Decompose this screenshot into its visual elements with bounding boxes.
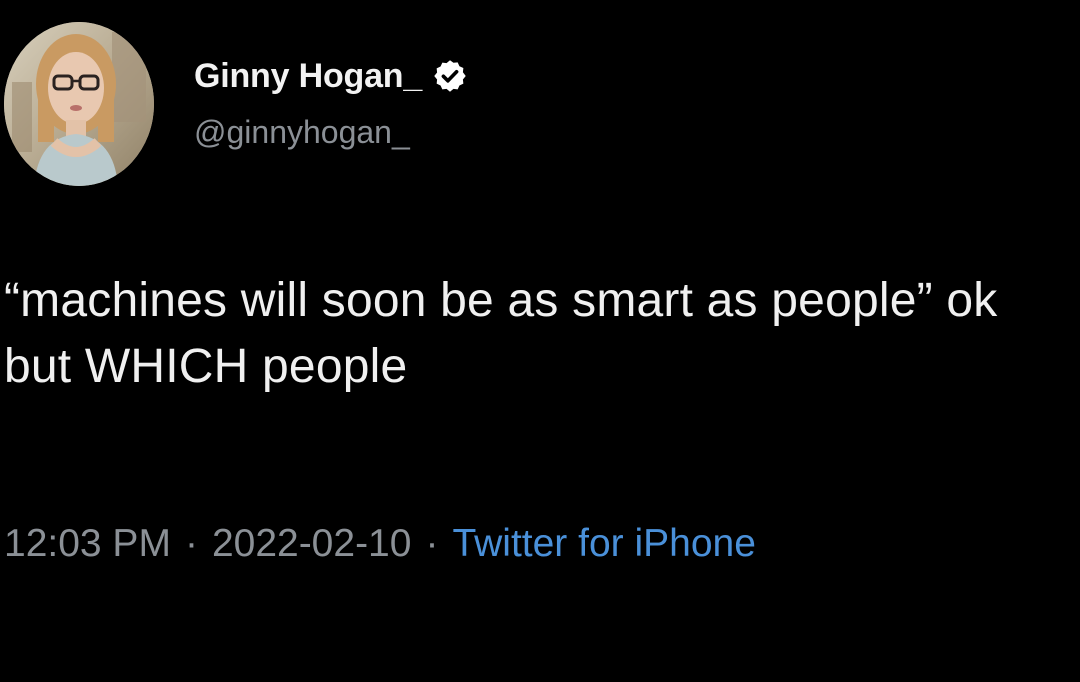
avatar-photo — [4, 22, 154, 186]
verified-badge-icon — [432, 58, 468, 94]
tweet-date[interactable]: 2022-02-10 — [212, 522, 412, 566]
avatar[interactable] — [4, 22, 154, 186]
tweet-time[interactable]: 12:03 PM — [4, 522, 171, 566]
tweet-meta: 12:03 PM · 2022-02-10 · Twitter for iPho… — [4, 522, 756, 566]
tweet-source-link[interactable]: Twitter for iPhone — [452, 522, 755, 566]
tweet-card: Ginny Hogan_ @ginnyhogan_ “machines will… — [0, 0, 1080, 682]
meta-separator: · — [184, 522, 198, 565]
author-handle[interactable]: @ginnyhogan_ — [194, 114, 410, 151]
tweet-text: “machines will soon be as smart as peopl… — [4, 274, 998, 393]
meta-separator: · — [425, 522, 439, 565]
author-name-row: Ginny Hogan_ — [194, 56, 468, 96]
author-display-name[interactable]: Ginny Hogan_ — [194, 57, 422, 96]
